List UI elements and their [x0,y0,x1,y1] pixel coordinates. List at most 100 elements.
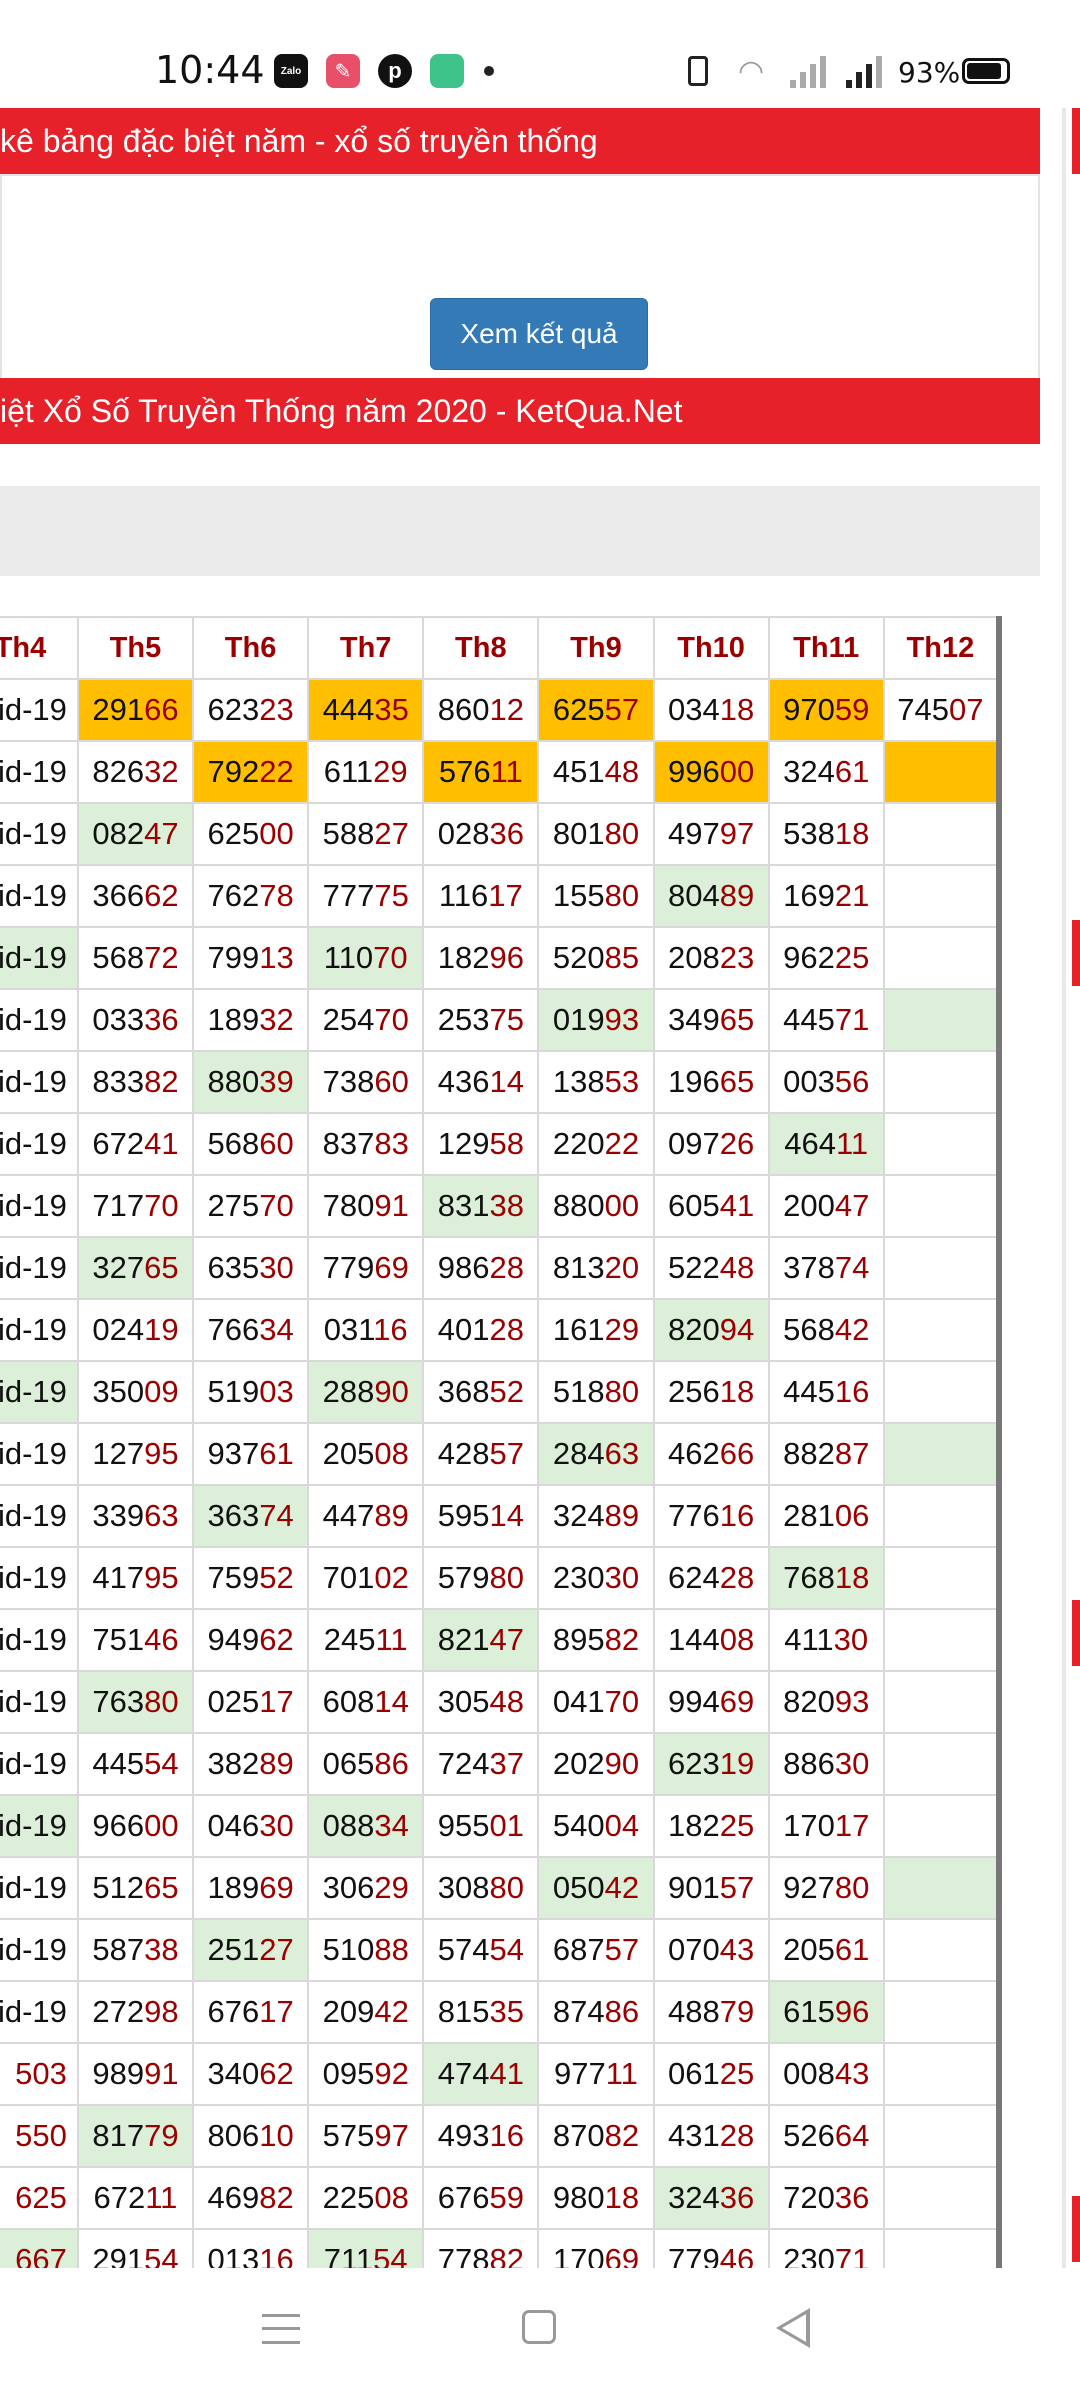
result-cell: 80489 [652,864,770,928]
result-cell: 44571 [767,988,885,1052]
result-cell: 36852 [422,1360,540,1424]
result-cell: 77969 [307,1236,425,1300]
side-panel-edge [1072,2196,1080,2262]
result-cell: 98018 [537,2166,655,2230]
result-cell: 07043 [652,1918,770,1982]
result-cell: 76818 [767,1546,885,1610]
battery-percent: 93% [898,56,961,89]
result-cell: 32436 [652,2166,770,2230]
search-panel: Xem kết quả [0,174,1040,394]
vibrate-icon [688,56,708,86]
result-cell: 62323 [192,678,310,742]
result-cell: 87486 [537,1980,655,2044]
result-cell [882,1360,1001,1424]
table-row: id-19 33963 36374 44789 59514 32489 77616 28106 [0,1484,1001,1548]
result-cell: 99469 [652,1670,770,1734]
result-cell: 46411 [767,1112,885,1176]
result-cell: id-19 [0,740,79,804]
result-cell [882,740,1001,804]
result-cell: 53818 [767,802,885,866]
result-cell: 01316 [192,2228,310,2268]
result-cell: 98991 [76,2042,195,2106]
result-cell: 03336 [76,988,195,1052]
result-cell: 80610 [192,2104,310,2168]
result-cell: 67659 [422,2166,540,2230]
home-icon[interactable] [522,2310,556,2344]
result-cell: 98628 [422,1236,540,1300]
result-cell: id-19 [0,678,79,742]
result-cell: 15580 [537,864,655,928]
result-cell: 41130 [767,1608,885,1672]
column-header-th4: Th4 [0,616,79,680]
result-cell: 56842 [767,1298,885,1362]
result-cell: 18969 [192,1856,310,1920]
result-cell: 67617 [192,1980,310,2044]
result-cell: 16921 [767,864,885,928]
result-cell: 20561 [767,1918,885,1982]
result-cell: id-19 [0,1484,79,1548]
result-cell: 87082 [537,2104,655,2168]
side-panel-edge [1072,108,1080,174]
column-header-th12: Th12 [882,616,1001,680]
result-cell: 25127 [192,1918,310,1982]
table-row: id-19 36662 76278 77775 11617 15580 80489 16921 [0,864,1001,928]
result-cell: 76380 [76,1670,195,1734]
result-cell: 88039 [192,1050,310,1114]
view-results-button[interactable]: Xem kết quả [430,298,648,370]
result-cell: id-19 [0,1112,79,1176]
result-cell: id-19 [0,1794,79,1858]
result-cell: 48879 [652,1980,770,2044]
result-cell: 62557 [537,678,655,742]
column-header-th7: Th7 [307,616,425,680]
result-cell [882,1546,1001,1610]
result-cell: 36374 [192,1484,310,1548]
result-cell: 44516 [767,1360,885,1424]
table-row: id-19 82632 79222 61129 57611 45148 99600 32461 [0,740,1001,804]
back-icon[interactable] [776,2308,810,2348]
result-cell [882,1980,1001,2044]
result-cell [882,926,1001,990]
result-cell: 57611 [422,740,540,804]
result-cell: 72036 [767,2166,885,2230]
pen-app-icon: ✎ [326,54,360,88]
menu-icon[interactable] [262,2314,300,2344]
table-row: 550 81779 80610 57597 49316 87082 43128 52664 [0,2104,1001,2168]
result-cell: 04630 [192,1794,310,1858]
result-cell: 62500 [192,802,310,866]
result-cell: 00843 [767,2042,885,2106]
result-cell: 49797 [652,802,770,866]
result-cell: 94962 [192,1608,310,1672]
result-cell: 17069 [537,2228,655,2268]
table-row: id-19 96600 04630 08834 95501 54004 18225 17017 [0,1794,1001,1858]
result-cell: 25618 [652,1360,770,1424]
result-cell: id-19 [0,926,79,990]
result-cell: 62319 [652,1732,770,1796]
result-cell: 43128 [652,2104,770,2168]
column-header-th11: Th11 [767,616,885,680]
result-cell: 57454 [422,1918,540,1982]
table-header-row: Th4Th5Th6Th7Th8Th9Th10Th11Th12 [0,616,1001,680]
result-cell: 46982 [192,2166,310,2230]
result-cell: 79913 [192,926,310,990]
result-cell [882,1608,1001,1672]
result-cell: 77946 [652,2228,770,2268]
section-header-stats-title: kê bảng đặc biệt năm - xổ số truyền thốn… [0,123,598,159]
result-cell [882,1732,1001,1796]
result-cell: 34965 [652,988,770,1052]
result-cell: id-19 [0,1360,79,1424]
result-cell: 27570 [192,1174,310,1238]
result-cell [882,1484,1001,1548]
table-row: id-19 83382 88039 73860 43614 13853 19665 00356 [0,1050,1001,1114]
scrollbar[interactable] [1062,108,1066,2268]
result-cell: 18932 [192,988,310,1052]
result-cell: 46266 [652,1422,770,1486]
result-cell: 81535 [422,1980,540,2044]
result-cell: 59514 [422,1484,540,1548]
result-cell [882,1236,1001,1300]
result-cell: 03418 [652,678,770,742]
result-cell: 89582 [537,1608,655,1672]
result-cell: 92780 [767,1856,885,1920]
result-cell: id-19 [0,1298,79,1362]
result-cell: 93761 [192,1422,310,1486]
table-row: id-19 35009 51903 28890 36852 51880 25618 44516 [0,1360,1001,1424]
